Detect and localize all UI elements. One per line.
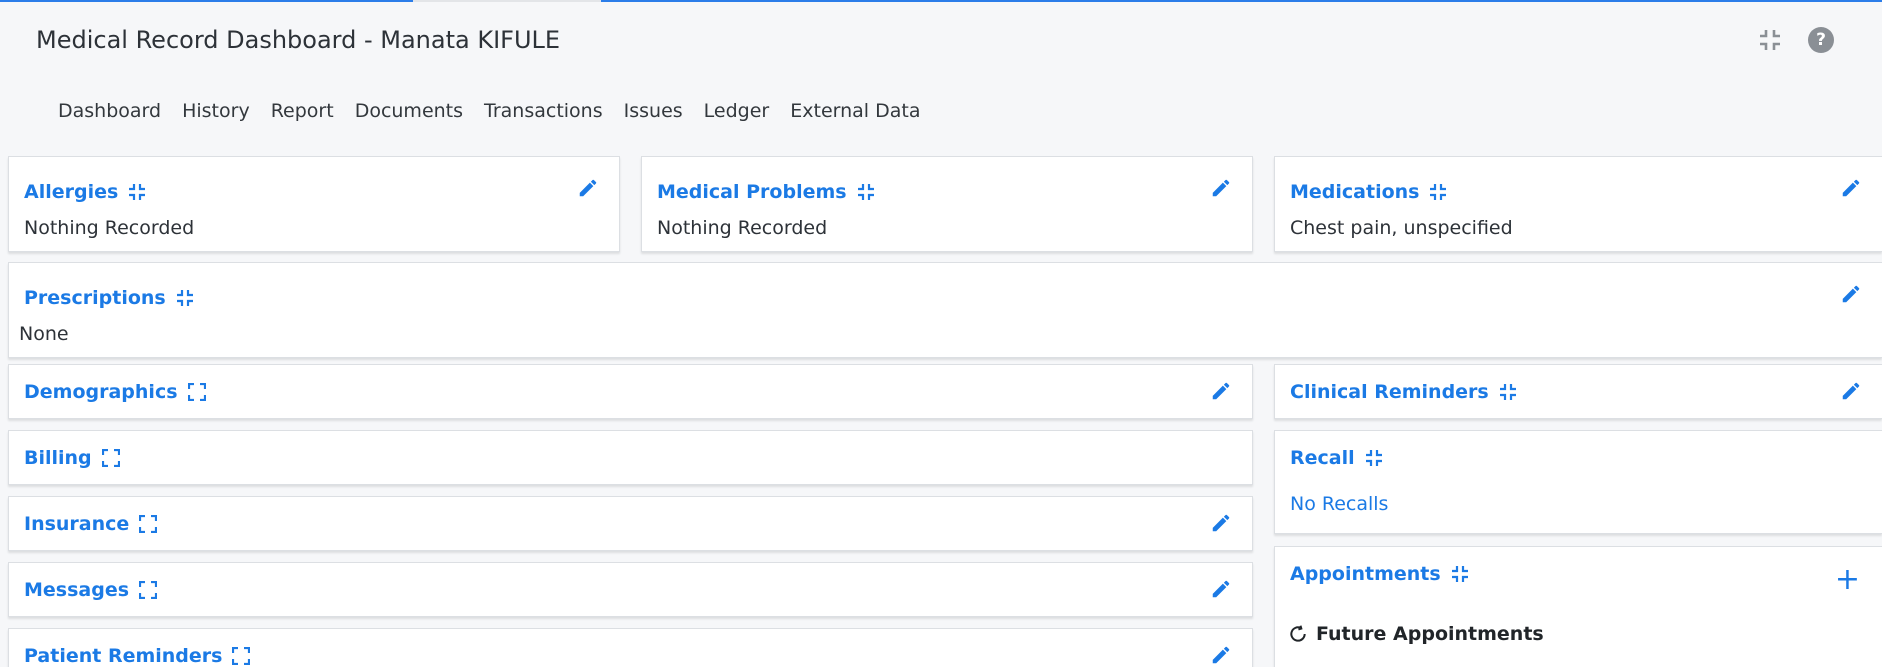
medications-value: Chest pain, unspecified bbox=[1290, 217, 1513, 239]
refresh-icon[interactable] bbox=[1288, 624, 1308, 644]
edit-pencil-icon[interactable] bbox=[1210, 644, 1232, 666]
tab-report[interactable]: Report bbox=[271, 100, 334, 122]
no-recalls-link[interactable]: No Recalls bbox=[1290, 493, 1388, 515]
prescriptions-card: Prescriptions None bbox=[8, 262, 1882, 358]
edit-pencil-icon[interactable] bbox=[577, 177, 599, 199]
collapse-icon[interactable] bbox=[1499, 383, 1517, 401]
header-actions: ? bbox=[1756, 26, 1834, 54]
tab-issues[interactable]: Issues bbox=[624, 100, 683, 122]
allergies-card: Allergies Nothing Recorded bbox=[8, 156, 620, 252]
edit-pencil-icon[interactable] bbox=[1210, 177, 1232, 199]
edit-pencil-icon[interactable] bbox=[1840, 380, 1862, 402]
clinical-reminders-title[interactable]: Clinical Reminders bbox=[1290, 381, 1489, 403]
collapse-icon[interactable] bbox=[857, 183, 875, 201]
clinical-reminders-card: Clinical Reminders bbox=[1274, 364, 1882, 419]
edit-pencil-icon[interactable] bbox=[1210, 380, 1232, 402]
insurance-card: Insurance bbox=[8, 496, 1253, 551]
expand-icon[interactable] bbox=[187, 383, 206, 401]
edit-pencil-icon[interactable] bbox=[1840, 283, 1862, 305]
top-progress-line bbox=[0, 0, 1882, 2]
allergies-value: Nothing Recorded bbox=[24, 217, 195, 239]
prescriptions-title[interactable]: Prescriptions bbox=[24, 287, 166, 309]
recall-title[interactable]: Recall bbox=[1290, 447, 1355, 469]
patient-reminders-title[interactable]: Patient Reminders bbox=[24, 645, 222, 667]
collapse-icon[interactable] bbox=[128, 183, 146, 201]
medical-problems-card: Medical Problems Nothing Recorded bbox=[641, 156, 1253, 252]
collapse-icon[interactable] bbox=[1756, 26, 1784, 54]
messages-title[interactable]: Messages bbox=[24, 579, 129, 601]
edit-pencil-icon[interactable] bbox=[1210, 578, 1232, 600]
future-appointments-row: Future Appointments bbox=[1288, 623, 1544, 645]
tab-dashboard[interactable]: Dashboard bbox=[58, 100, 161, 122]
demographics-card: Demographics bbox=[8, 364, 1253, 419]
medical-problems-title[interactable]: Medical Problems bbox=[657, 181, 847, 203]
nav-tabs: Dashboard History Report Documents Trans… bbox=[58, 100, 921, 122]
medical-problems-value: Nothing Recorded bbox=[657, 217, 828, 239]
recall-card: Recall No Recalls bbox=[1274, 430, 1882, 534]
help-icon[interactable]: ? bbox=[1808, 27, 1834, 53]
expand-icon[interactable] bbox=[139, 515, 158, 533]
insurance-title[interactable]: Insurance bbox=[24, 513, 129, 535]
tab-ledger[interactable]: Ledger bbox=[704, 100, 770, 122]
prescriptions-value: None bbox=[19, 323, 69, 345]
tab-transactions[interactable]: Transactions bbox=[484, 100, 603, 122]
tab-history[interactable]: History bbox=[182, 100, 250, 122]
medications-card: Medications Chest pain, unspecified bbox=[1274, 156, 1882, 252]
page-title: Medical Record Dashboard - Manata KIFULE bbox=[36, 26, 561, 54]
billing-title[interactable]: Billing bbox=[24, 447, 92, 469]
tab-external-data[interactable]: External Data bbox=[790, 100, 920, 122]
collapse-icon[interactable] bbox=[176, 289, 194, 307]
billing-card: Billing bbox=[8, 430, 1253, 485]
patient-reminders-card: Patient Reminders bbox=[8, 628, 1253, 667]
medications-title[interactable]: Medications bbox=[1290, 181, 1419, 203]
collapse-icon[interactable] bbox=[1365, 449, 1383, 467]
expand-icon[interactable] bbox=[101, 449, 120, 467]
messages-card: Messages bbox=[8, 562, 1253, 617]
future-appointments-label: Future Appointments bbox=[1316, 623, 1544, 645]
edit-pencil-icon[interactable] bbox=[1210, 512, 1232, 534]
add-appointment-icon[interactable]: + bbox=[1835, 565, 1860, 595]
expand-icon[interactable] bbox=[139, 581, 158, 599]
appointments-title[interactable]: Appointments bbox=[1290, 563, 1441, 585]
demographics-title[interactable]: Demographics bbox=[24, 381, 178, 403]
edit-pencil-icon[interactable] bbox=[1840, 177, 1862, 199]
tab-documents[interactable]: Documents bbox=[355, 100, 463, 122]
collapse-icon[interactable] bbox=[1429, 183, 1447, 201]
expand-icon[interactable] bbox=[232, 647, 251, 665]
collapse-icon[interactable] bbox=[1451, 565, 1469, 583]
allergies-title[interactable]: Allergies bbox=[24, 181, 118, 203]
appointments-card: Appointments + Future Appointments bbox=[1274, 546, 1882, 667]
